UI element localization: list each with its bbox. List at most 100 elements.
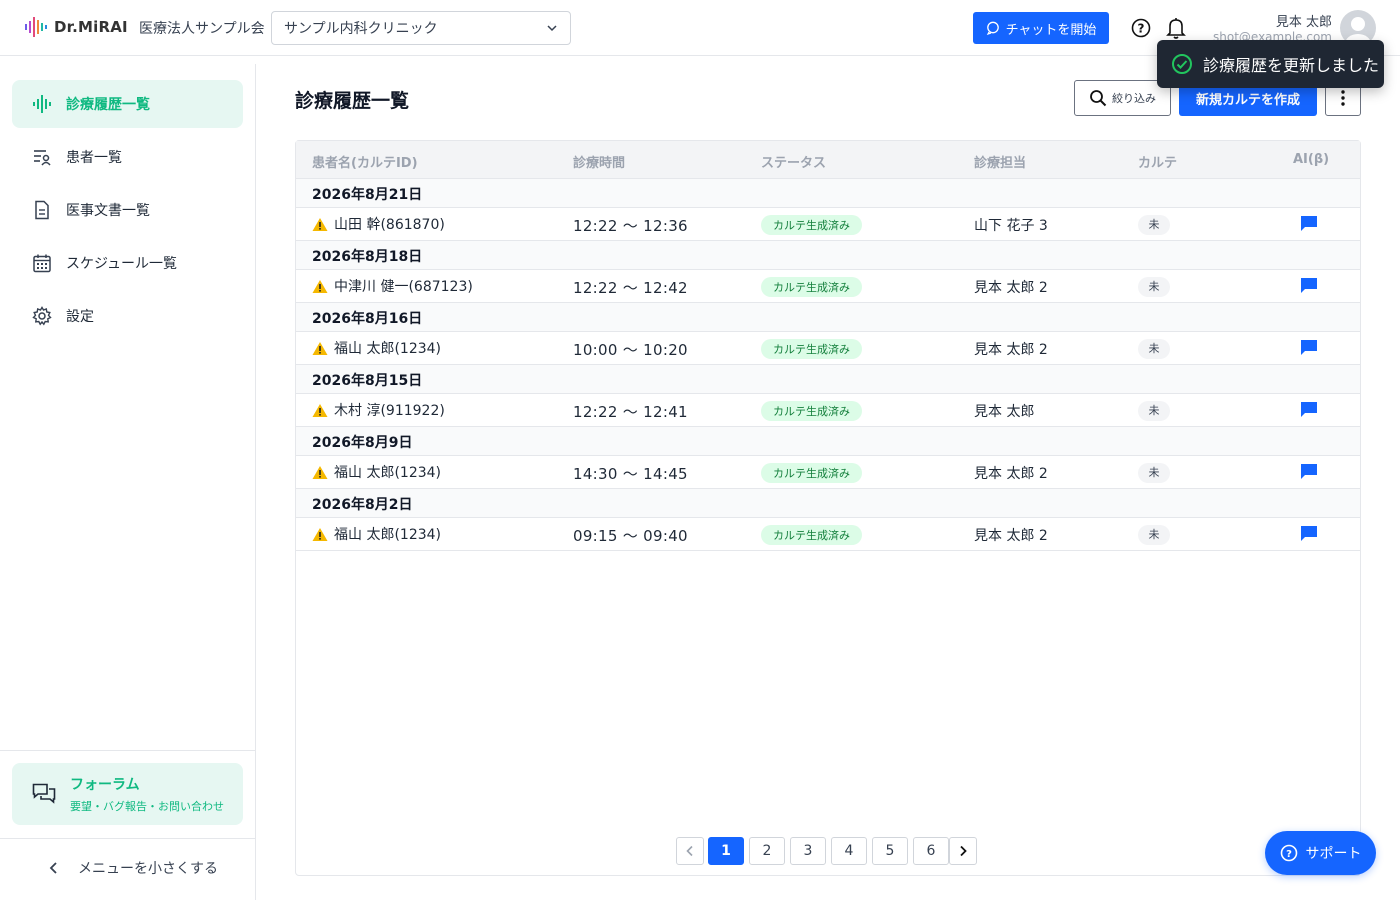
forum-link[interactable]: フォーラム 要望・バグ報告・お問い合わせ — [12, 763, 243, 825]
support-button[interactable]: ? サポート — [1265, 831, 1376, 875]
warning-icon — [312, 279, 328, 293]
warning-icon — [312, 403, 328, 417]
doctor-name: 山下 花子 3 — [974, 218, 1048, 234]
pagination-next-button[interactable] — [949, 837, 977, 865]
collapse-menu-label: メニューを小さくする — [78, 861, 218, 877]
svg-text:?: ? — [1286, 849, 1292, 860]
sidebar-item-history[interactable]: 診療履歴一覧 — [12, 80, 243, 128]
pagination-page-4[interactable]: 4 — [831, 837, 867, 865]
date-label: 2026年8月2日 — [312, 497, 413, 513]
status-badge: カルテ生成済み — [761, 215, 862, 235]
doctor-name: 見本 太郎 — [974, 404, 1035, 420]
logo[interactable]: Dr.MiRAI — [24, 15, 128, 39]
date-label: 2026年8月15日 — [312, 373, 423, 389]
success-toast: 診療履歴を更新しました — [1157, 40, 1384, 88]
kebab-menu-icon — [1341, 90, 1345, 106]
sidebar-item-label: 診療履歴一覧 — [66, 97, 150, 113]
date-label: 2026年8月18日 — [312, 249, 423, 265]
table-row[interactable]: 福山 太郎(1234) 14:30 ～ 14:45 カルテ生成済み 見本 太郎 … — [296, 456, 1360, 489]
patient-cell: 中津川 健一(687123) — [312, 276, 473, 296]
forum-chat-icon — [32, 783, 56, 804]
date-label: 2026年8月16日 — [312, 311, 423, 327]
pagination-prev-button[interactable] — [676, 837, 704, 865]
pagination-page-6[interactable]: 6 — [913, 837, 949, 865]
patient-cell: 福山 太郎(1234) — [312, 338, 441, 358]
support-label: サポート — [1305, 846, 1362, 862]
filter-button[interactable]: 絞り込み — [1074, 80, 1171, 116]
status-badge: カルテ生成済み — [761, 339, 862, 359]
status-badge: カルテ生成済み — [761, 463, 862, 483]
organization-name: 医療法人サンプル会 — [139, 21, 265, 37]
doctor-name: 見本 太郎 2 — [974, 528, 1048, 544]
help-circle-icon: ? — [1280, 844, 1297, 862]
sidebar-item-settings[interactable]: 設定 — [12, 292, 243, 340]
status-badge: カルテ生成済み — [761, 401, 862, 421]
karte-badge: 未 — [1138, 339, 1170, 359]
karte-badge: 未 — [1138, 215, 1170, 235]
table-row[interactable]: 福山 太郎(1234) 09:15 ～ 09:40 カルテ生成済み 見本 太郎 … — [296, 518, 1360, 551]
sidebar: 診療履歴一覧 患者一覧 医事文書一覧 スケジュール一覧 設定 フォーラム 要望・… — [0, 64, 256, 900]
sidebar-item-schedule[interactable]: スケジュール一覧 — [12, 239, 243, 287]
sidebar-item-patients[interactable]: 患者一覧 — [12, 133, 243, 181]
table-row[interactable]: 木村 淳(911922) 12:22 ～ 12:41 カルテ生成済み 見本 太郎… — [296, 394, 1360, 427]
ai-chat-icon[interactable] — [1300, 463, 1318, 484]
ai-chat-icon[interactable] — [1300, 401, 1318, 422]
clinic-select-value: サンプル内科クリニック — [284, 21, 438, 37]
column-header-status[interactable]: ステータス — [761, 152, 826, 171]
column-header-doctor[interactable]: 診療担当 — [974, 152, 1026, 171]
check-circle-icon — [1172, 54, 1192, 74]
column-header-ai[interactable]: AI(β) — [1293, 152, 1329, 167]
patient-name: 山田 幹(861870) — [334, 217, 445, 233]
patient-name: 福山 太郎(1234) — [334, 527, 442, 543]
visit-time: 12:22 ～ 12:41 — [573, 403, 688, 421]
ai-chat-icon[interactable] — [1300, 339, 1318, 360]
date-group-header: 2026年8月21日 — [296, 179, 1360, 208]
svg-text:?: ? — [1138, 22, 1145, 36]
document-icon — [35, 200, 49, 220]
ai-chat-icon[interactable] — [1300, 277, 1318, 298]
visit-time: 12:22 ～ 12:42 — [573, 279, 688, 297]
ai-chat-icon[interactable] — [1300, 215, 1318, 236]
column-header-time[interactable]: 診療時間 — [573, 152, 625, 171]
table-row[interactable]: 山田 幹(861870) 12:22 ～ 12:36 カルテ生成済み 山下 花子… — [296, 208, 1360, 241]
sidebar-divider — [0, 838, 256, 839]
start-chat-label: チャットを開始 — [1005, 22, 1097, 38]
chevron-right-icon — [960, 845, 967, 857]
visit-time: 14:30 ～ 14:45 — [573, 465, 688, 483]
filter-label: 絞り込み — [1112, 92, 1156, 105]
patient-cell: 福山 太郎(1234) — [312, 462, 441, 482]
pagination-page-3[interactable]: 3 — [790, 837, 826, 865]
karte-badge: 未 — [1138, 525, 1170, 545]
visit-time: 12:22 ～ 12:36 — [573, 217, 688, 235]
pagination-page-5[interactable]: 5 — [872, 837, 908, 865]
sidebar-divider — [0, 750, 256, 751]
date-label: 2026年8月9日 — [312, 435, 413, 451]
sidebar-item-documents[interactable]: 医事文書一覧 — [12, 186, 243, 234]
gear-icon — [32, 306, 52, 326]
patient-name: 福山 太郎(1234) — [334, 465, 442, 481]
ai-chat-icon[interactable] — [1300, 525, 1318, 546]
column-header-patient[interactable]: 患者名(カルテID) — [312, 152, 418, 171]
column-header-karte[interactable]: カルテ — [1138, 152, 1177, 171]
pagination-page-1[interactable]: 1 — [708, 837, 744, 865]
clinic-select[interactable]: サンプル内科クリニック — [271, 11, 571, 45]
help-icon[interactable]: ? — [1131, 18, 1151, 42]
date-group-header: 2026年8月2日 — [296, 489, 1360, 518]
search-icon — [1090, 90, 1107, 107]
sidebar-item-label: 患者一覧 — [66, 150, 122, 166]
doctor-name: 見本 太郎 2 — [974, 280, 1048, 296]
table-row[interactable]: 中津川 健一(687123) 12:22 ～ 12:42 カルテ生成済み 見本 … — [296, 270, 1360, 303]
page-title: 診療履歴一覧 — [295, 90, 410, 112]
toast-message: 診療履歴を更新しました — [1203, 56, 1380, 75]
logo-text: Dr.MiRAI — [54, 18, 128, 36]
visit-time: 09:15 ～ 09:40 — [573, 527, 688, 545]
collapse-menu-button[interactable]: メニューを小さくする — [48, 858, 218, 878]
table-row[interactable]: 福山 太郎(1234) 10:00 ～ 10:20 カルテ生成済み 見本 太郎 … — [296, 332, 1360, 365]
pagination-page-2[interactable]: 2 — [749, 837, 785, 865]
start-chat-button[interactable]: チャットを開始 — [973, 12, 1109, 44]
patient-name: 福山 太郎(1234) — [334, 341, 442, 357]
status-badge: カルテ生成済み — [761, 525, 862, 545]
history-table: 患者名(カルテID) 診療時間 ステータス 診療担当 カルテ AI(β) 202… — [295, 140, 1361, 876]
forum-title: フォーラム — [70, 777, 140, 793]
date-group-header: 2026年8月16日 — [296, 303, 1360, 332]
